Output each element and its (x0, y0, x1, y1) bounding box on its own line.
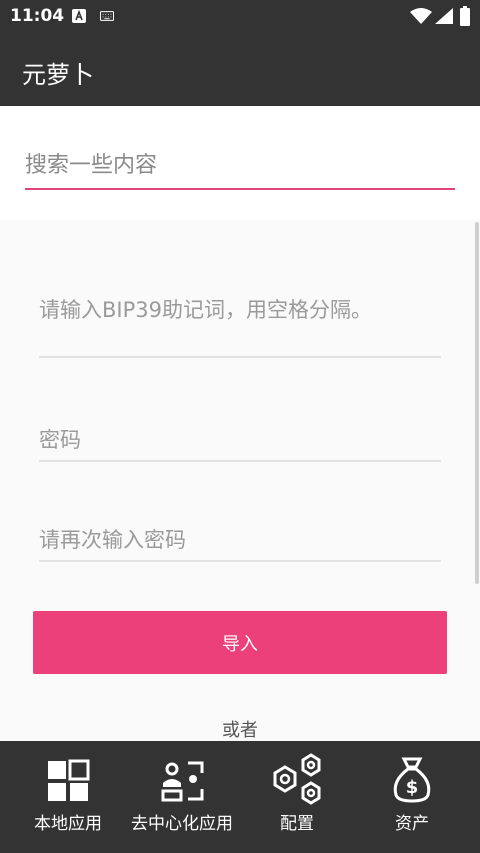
search-input[interactable] (25, 142, 455, 190)
people-icon (161, 761, 204, 802)
nav-label: 本地应用 (34, 814, 102, 834)
battery-icon (460, 6, 470, 26)
hexagons-icon (273, 753, 321, 805)
keyboard-icon (100, 11, 114, 21)
signal-icon (435, 8, 453, 24)
nav-label: 资产 (395, 814, 429, 834)
nav-item-local-apps[interactable]: 本地应用 (8, 741, 128, 853)
mnemonic-input[interactable] (39, 270, 441, 358)
nav-label: 去中心化应用 (131, 814, 233, 834)
nav-item-dapps[interactable]: 去中心化应用 (122, 741, 242, 853)
confirm-password-input[interactable] (39, 520, 441, 562)
or-label: 或者 (222, 720, 258, 741)
scrollbar[interactable] (475, 222, 479, 584)
status-time: 11:04 (10, 6, 65, 26)
import-button[interactable]: 导入 (33, 611, 447, 674)
bottom-nav: 本地应用 去中心化应用 配置 $ 资产 (0, 741, 480, 853)
app-title: 元萝卜 (22, 61, 94, 89)
money-bag-icon: $ (393, 757, 431, 803)
search-area (0, 106, 480, 220)
grid-icon (48, 759, 90, 801)
app-bar: 元萝卜 (0, 34, 480, 106)
wifi-icon (410, 8, 432, 24)
nav-item-assets[interactable]: $ 资产 (352, 741, 472, 853)
svg-text:$: $ (406, 777, 419, 798)
password-input[interactable] (39, 420, 441, 462)
keyboard-a-icon (72, 9, 86, 23)
status-bar: 11:04 (0, 0, 480, 34)
nav-item-config[interactable]: 配置 (237, 741, 357, 853)
nav-label: 配置 (280, 814, 314, 834)
